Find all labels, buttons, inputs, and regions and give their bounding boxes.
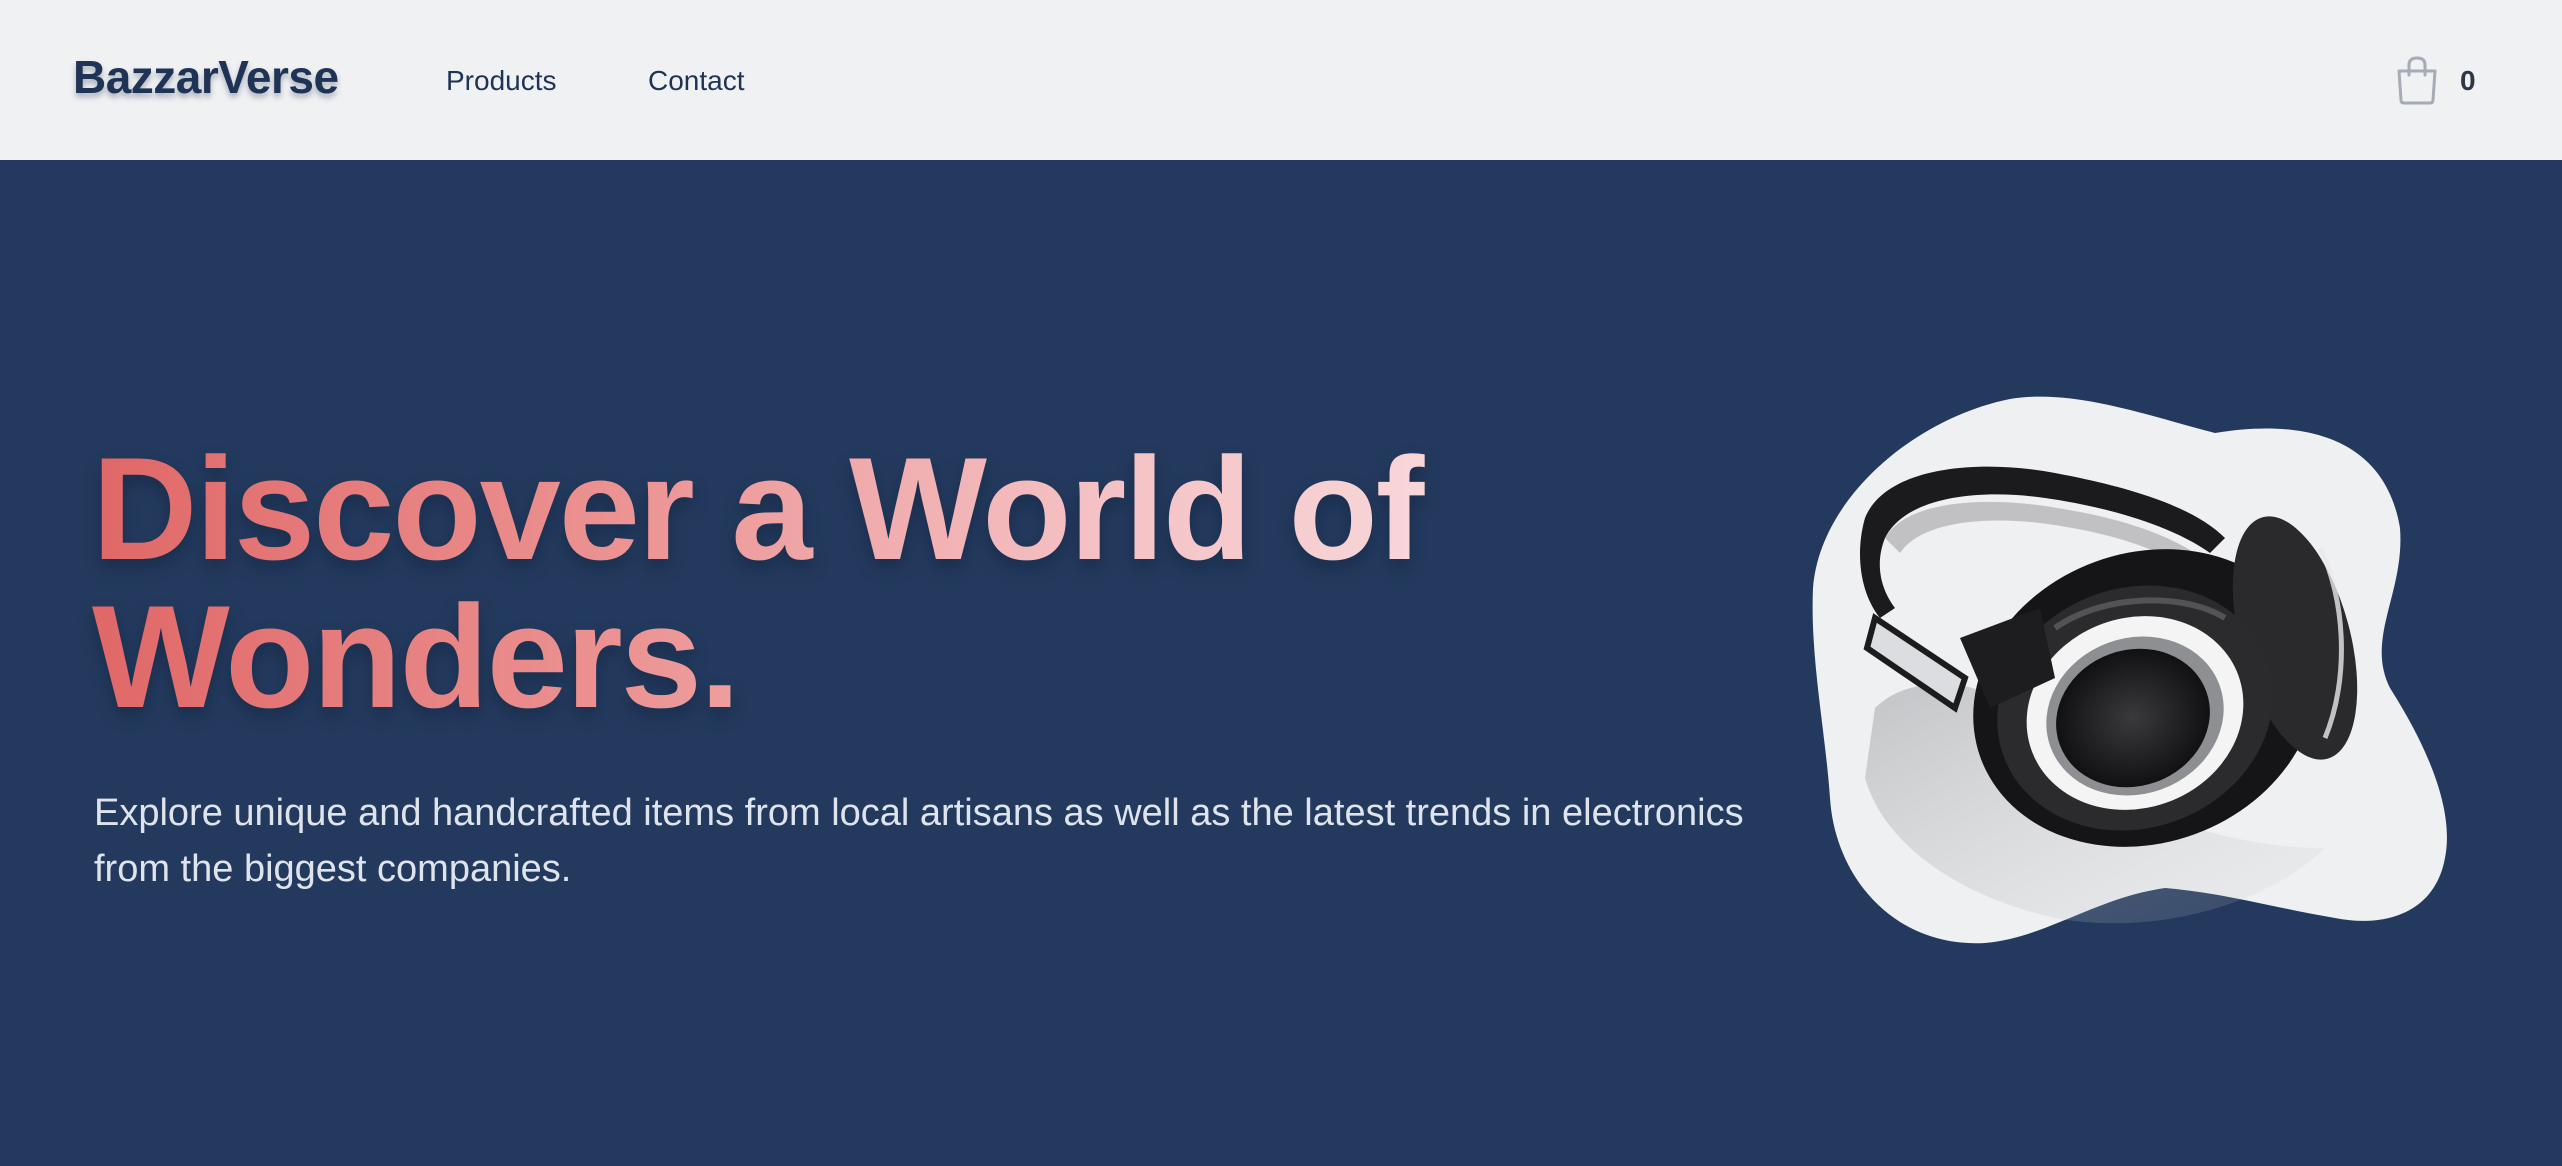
nav-link-contact[interactable]: Contact [648, 65, 745, 97]
hero-subtext: Explore unique and handcrafted items fro… [94, 792, 1744, 890]
brand-logo[interactable]: BazzarVerse [73, 50, 339, 104]
headphones-illustration [1812, 396, 2447, 944]
cart-count-badge: 0 [2460, 65, 2476, 96]
shopping-bag-icon [2397, 56, 2437, 105]
nav-link-products[interactable]: Products [446, 65, 557, 97]
hero-section: Discover a World of Wonders. Explore uni… [0, 160, 2562, 1166]
navbar: BazzarVerse Products Contact 0 [0, 0, 2562, 160]
hero-headline: Discover a World of Wonders. [92, 435, 1612, 731]
